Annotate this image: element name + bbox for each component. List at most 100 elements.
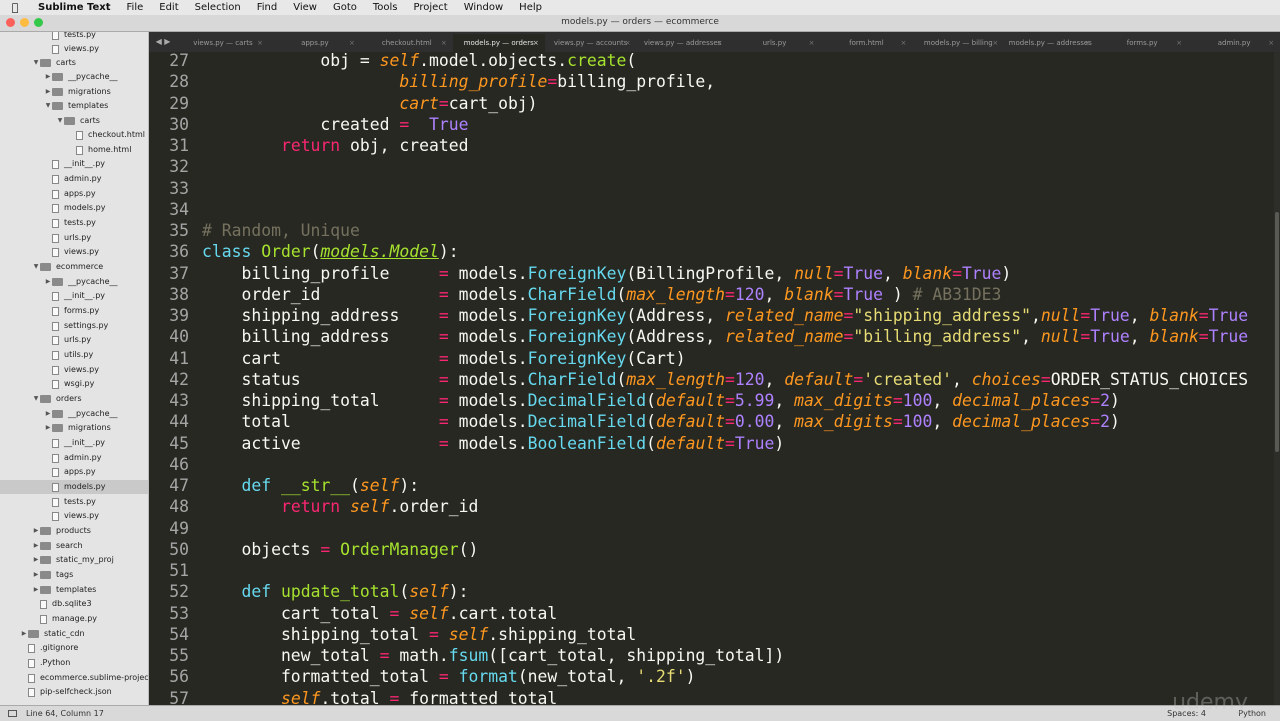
- menu-tools[interactable]: Tools: [365, 2, 406, 13]
- sidebar-file[interactable]: forms.py: [44, 304, 99, 318]
- disclosure-closed-icon[interactable]: ▶: [44, 70, 52, 84]
- tab-1[interactable]: apps.py ×: [269, 34, 361, 52]
- tab-close-icon[interactable]: ×: [992, 34, 998, 52]
- disclosure-closed-icon[interactable]: ▶: [32, 568, 40, 582]
- disclosure-open-icon[interactable]: ▼: [44, 99, 52, 113]
- tab-close-icon[interactable]: ×: [1084, 34, 1090, 52]
- menu-view[interactable]: View: [285, 2, 325, 13]
- tab-close-icon[interactable]: ×: [901, 34, 907, 52]
- app-menu[interactable]: Sublime Text: [30, 2, 119, 13]
- tab-nav-arrows-icon[interactable]: ◀ ▶: [149, 32, 177, 52]
- sidebar-file[interactable]: .Python: [20, 656, 70, 670]
- tab-close-icon[interactable]: ×: [717, 34, 723, 52]
- tab-close-icon[interactable]: ×: [257, 34, 263, 52]
- sidebar-file[interactable]: urls.py: [44, 231, 91, 245]
- vertical-scrollbar[interactable]: [1274, 52, 1280, 705]
- sidebar-folder[interactable]: ▼ templates: [44, 99, 108, 113]
- sidebar-folder[interactable]: ▶ static_cdn: [20, 627, 85, 641]
- sidebar-folder[interactable]: ▶ migrations: [44, 85, 111, 99]
- sidebar-folder[interactable]: ▶ __pycache__: [44, 407, 118, 421]
- sidebar-file[interactable]: __init__.py: [44, 289, 105, 303]
- sidebar-file[interactable]: .gitignore: [20, 641, 78, 655]
- sidebar-file[interactable]: settings.py: [44, 319, 108, 333]
- disclosure-open-icon[interactable]: ▼: [32, 392, 40, 406]
- tab-close-icon[interactable]: ×: [1176, 34, 1182, 52]
- sidebar-file[interactable]: __init__.py: [44, 157, 105, 171]
- tab-7[interactable]: form.html ×: [820, 34, 912, 52]
- menu-project[interactable]: Project: [406, 2, 456, 13]
- sidebar-folder[interactable]: ▼ carts: [56, 114, 100, 128]
- sidebar-file[interactable]: views.py: [44, 509, 99, 523]
- disclosure-closed-icon[interactable]: ▶: [44, 421, 52, 435]
- disclosure-closed-icon[interactable]: ▶: [32, 583, 40, 597]
- sidebar-file[interactable]: wsgi.py: [44, 377, 94, 391]
- tab-close-icon[interactable]: ×: [441, 34, 447, 52]
- disclosure-closed-icon[interactable]: ▶: [44, 275, 52, 289]
- sidebar-file[interactable]: admin.py: [44, 172, 101, 186]
- sidebar-folder[interactable]: ▶ static_my_proj: [32, 553, 114, 567]
- disclosure-open-icon[interactable]: ▼: [32, 260, 40, 274]
- tab-8[interactable]: models.py — billing ×: [912, 34, 1004, 52]
- scrollbar-thumb[interactable]: [1275, 212, 1279, 452]
- sidebar-file[interactable]: checkout.html: [68, 128, 145, 142]
- tab-close-icon[interactable]: ×: [533, 34, 539, 52]
- sidebar-file[interactable]: ecommerce.sublime-project: [20, 671, 148, 685]
- sidebar-file[interactable]: models.py: [44, 201, 105, 215]
- tab-3[interactable]: models.py — orders ×: [452, 34, 545, 52]
- tab-close-icon[interactable]: ×: [349, 34, 355, 52]
- sidebar-folder[interactable]: ▶ __pycache__: [44, 70, 118, 84]
- tab-4[interactable]: views.py — accounts ×: [545, 34, 637, 52]
- sidebar-folder[interactable]: ▶ products: [32, 524, 91, 538]
- sidebar-folder[interactable]: ▶ search: [32, 539, 83, 553]
- sidebar-folder[interactable]: ▶ migrations: [44, 421, 111, 435]
- sidebar-file[interactable]: views.py: [44, 363, 99, 377]
- menu-find[interactable]: Find: [249, 2, 286, 13]
- sidebar-file-tree[interactable]: tests.py views.py ▼ carts ▶ __pycache__ ▶ migra…: [0, 32, 149, 705]
- tab-close-icon[interactable]: ×: [1268, 34, 1274, 52]
- sidebar-file[interactable]: views.py: [44, 42, 99, 56]
- sidebar-folder[interactable]: ▶ __pycache__: [44, 275, 118, 289]
- sidebar-file[interactable]: tests.py: [44, 216, 96, 230]
- sidebar-folder[interactable]: ▶ templates: [32, 583, 96, 597]
- sidebar-file[interactable]: apps.py: [44, 465, 96, 479]
- tab-0[interactable]: views.py — carts ×: [177, 34, 269, 52]
- menu-help[interactable]: Help: [511, 2, 550, 13]
- sidebar-file[interactable]: home.html: [68, 143, 131, 157]
- code-editor[interactable]: 27 obj = self.model.objects.create(28 bi…: [149, 52, 1280, 705]
- sidebar-file[interactable]: views.py: [44, 245, 99, 259]
- sidebar-file[interactable]: urls.py: [44, 333, 91, 347]
- sidebar-file[interactable]: tests.py: [44, 32, 96, 42]
- disclosure-closed-icon[interactable]: ▶: [44, 407, 52, 421]
- tab-close-icon[interactable]: ×: [625, 34, 631, 52]
- sidebar-file[interactable]: pip-selfcheck.json: [20, 685, 112, 699]
- menu-goto[interactable]: Goto: [325, 2, 365, 13]
- sidebar-file[interactable]: models.py: [0, 480, 148, 494]
- sidebar-file[interactable]: __init__.py: [44, 436, 105, 450]
- disclosure-open-icon[interactable]: ▼: [56, 114, 64, 128]
- disclosure-closed-icon[interactable]: ▶: [32, 553, 40, 567]
- panel-toggle-icon[interactable]: [8, 710, 17, 717]
- sidebar-folder[interactable]: ▼ carts: [32, 56, 76, 70]
- sidebar-folder[interactable]: ▶ tags: [32, 568, 73, 582]
- tab-5[interactable]: views.py — addresses ×: [637, 34, 729, 52]
- sidebar-folder[interactable]: ▼ ecommerce: [32, 260, 103, 274]
- sidebar-file[interactable]: utils.py: [44, 348, 93, 362]
- sidebar-file[interactable]: tests.py: [44, 495, 96, 509]
- disclosure-open-icon[interactable]: ▼: [32, 56, 40, 70]
- tab-10[interactable]: forms.py ×: [1096, 34, 1188, 52]
- apple-icon[interactable]: : [0, 1, 30, 14]
- menu-edit[interactable]: Edit: [151, 2, 186, 13]
- disclosure-closed-icon[interactable]: ▶: [44, 85, 52, 99]
- tab-2[interactable]: checkout.html ×: [361, 34, 453, 52]
- tab-6[interactable]: urls.py ×: [729, 34, 821, 52]
- menu-window[interactable]: Window: [456, 2, 511, 13]
- sidebar-file[interactable]: manage.py: [32, 612, 97, 626]
- tab-9[interactable]: models.py — addresses ×: [1004, 34, 1096, 52]
- disclosure-closed-icon[interactable]: ▶: [32, 539, 40, 553]
- sidebar-file[interactable]: admin.py: [44, 451, 101, 465]
- menu-selection[interactable]: Selection: [187, 2, 249, 13]
- sidebar-file[interactable]: apps.py: [44, 187, 96, 201]
- tab-close-icon[interactable]: ×: [809, 34, 815, 52]
- menu-file[interactable]: File: [119, 2, 152, 13]
- tab-11[interactable]: admin.py ×: [1188, 34, 1280, 52]
